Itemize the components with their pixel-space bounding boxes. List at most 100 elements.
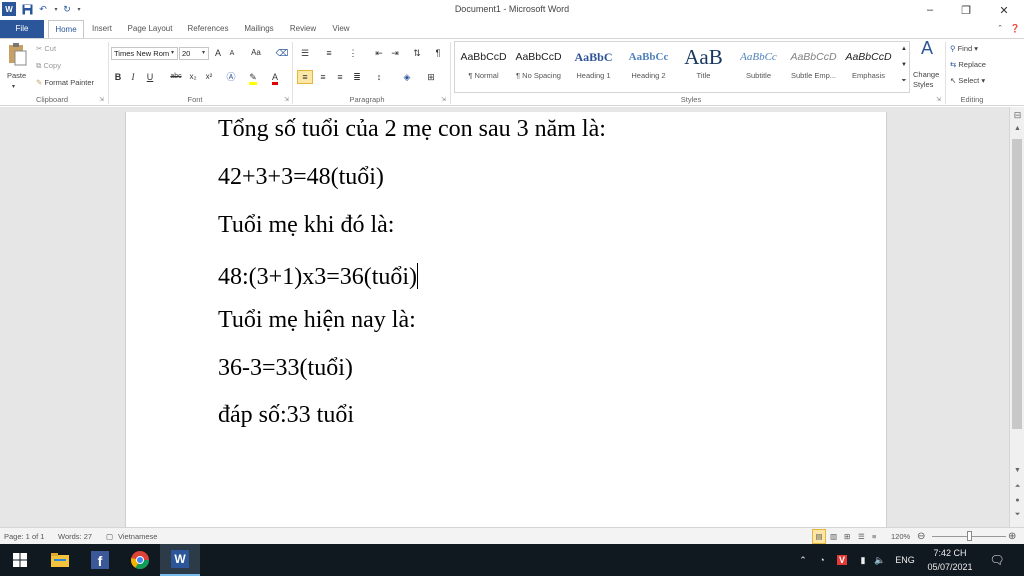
paragraph[interactable]: 42+3+3=48(tuổi) [218, 162, 384, 192]
paragraph[interactable]: đáp số:33 tuổi [218, 400, 354, 430]
clear-formatting-icon[interactable]: ⌫ [274, 47, 290, 59]
web-layout-icon[interactable]: ⊞ [844, 528, 850, 545]
align-right-icon[interactable]: ≡ [333, 71, 347, 83]
paragraph-launcher-icon[interactable]: ⇲ [441, 95, 446, 105]
document-page[interactable]: Tổng số tuổi của 2 mẹ con sau 3 năm là: … [125, 112, 887, 527]
word-taskbar-icon[interactable]: W [160, 544, 200, 576]
borders-icon[interactable]: ⊞ [424, 71, 438, 83]
font-launcher-icon[interactable]: ⇲ [284, 95, 289, 105]
multilevel-list-icon[interactable]: ⋮ [346, 47, 360, 59]
help-icon[interactable]: ❓ [1008, 20, 1022, 38]
strikethrough-button[interactable]: abc [168, 71, 184, 83]
bullets-icon[interactable]: ☰ [298, 47, 312, 59]
shrink-font-button[interactable]: A [226, 48, 238, 60]
line-spacing-icon[interactable]: ↕ [372, 71, 386, 83]
styles-more-icon[interactable]: ⏷ [899, 75, 909, 87]
format-painter-button[interactable]: ✎ Format Painter [36, 78, 94, 88]
styles-scroll-up-icon[interactable]: ▲ [899, 43, 909, 55]
minimize-ribbon-icon[interactable]: ⌃ [994, 20, 1006, 38]
page-count[interactable]: Page: 1 of 1 [4, 528, 44, 545]
windows-start-icon[interactable] [0, 544, 40, 576]
copy-button[interactable]: ⧉ Copy [36, 61, 61, 71]
highlight-icon[interactable]: ✎ [246, 71, 260, 85]
tray-overflow-icon[interactable]: ⌃ [796, 544, 810, 576]
change-styles-icon[interactable]: A [914, 39, 940, 57]
change-styles-label-1[interactable]: Change [913, 70, 939, 80]
previous-page-icon[interactable]: ⏶ [1010, 481, 1024, 493]
paragraph-with-caret[interactable]: 48:(3+1)x3=36(tuổi) [218, 258, 419, 292]
font-size-dropdown-icon[interactable]: ▾ [202, 48, 205, 58]
action-center-icon[interactable]: 🗨 [986, 544, 1008, 576]
paste-dropdown-icon[interactable]: ▾ [12, 82, 15, 92]
zoom-slider-thumb[interactable] [967, 531, 972, 541]
clock[interactable]: 7:42 CH 05/07/2021 [920, 544, 980, 576]
next-page-icon[interactable]: ⏷ [1010, 509, 1024, 521]
word-count[interactable]: Words: 27 [58, 528, 92, 545]
find-button[interactable]: ⚲ Find ▾ [950, 44, 978, 54]
sort-icon[interactable]: ⇅ [410, 47, 424, 59]
ruler-toggle-icon[interactable]: ⊟ [1010, 109, 1024, 121]
change-styles-label-2[interactable]: Styles [913, 80, 933, 90]
chrome-icon[interactable] [120, 544, 160, 576]
minimize-button[interactable]: – [912, 0, 948, 20]
close-button[interactable]: ✕ [986, 0, 1022, 20]
tab-view[interactable]: View [326, 20, 356, 38]
change-case-button[interactable]: Aa [248, 47, 264, 59]
paragraph[interactable]: 36-3=33(tuổi) [218, 353, 353, 383]
outline-view-icon[interactable]: ☰ [858, 528, 865, 545]
style-normal[interactable]: AaBbCcD ¶ Normal [456, 43, 511, 89]
bold-button[interactable]: B [112, 71, 124, 83]
draft-view-icon[interactable]: ≡ [872, 528, 876, 545]
cut-button[interactable]: ✂ Cut [36, 44, 56, 54]
grow-font-button[interactable]: A [212, 47, 224, 59]
battery-icon[interactable]: ▮ [856, 544, 870, 576]
restore-button[interactable]: ❐ [948, 0, 984, 20]
volume-icon[interactable]: 🔈 [872, 544, 888, 576]
justify-icon[interactable]: ≣ [350, 71, 364, 83]
align-center-icon[interactable]: ≡ [316, 71, 330, 83]
styles-launcher-icon[interactable]: ⇲ [936, 95, 941, 105]
numbering-icon[interactable]: ≡ [322, 47, 336, 59]
tab-file[interactable]: File [0, 20, 44, 38]
tab-home[interactable]: Home [48, 20, 84, 38]
styles-scroll-down-icon[interactable]: ▼ [899, 59, 909, 71]
input-language[interactable]: ENG [892, 544, 918, 576]
decrease-indent-icon[interactable]: ⇤ [372, 47, 386, 59]
tab-review[interactable]: Review [284, 20, 322, 38]
tab-mailings[interactable]: Mailings [238, 20, 280, 38]
vertical-scrollbar[interactable]: ⊟ ▲ ▼ ⏶ ● ⏷ [1009, 107, 1024, 527]
scroll-thumb[interactable] [1012, 139, 1022, 429]
full-screen-reading-icon[interactable]: ▥ [830, 528, 837, 545]
tab-insert[interactable]: Insert [86, 20, 118, 38]
print-layout-view-icon[interactable]: ▤ [812, 529, 826, 544]
paragraph[interactable]: Tổng số tuổi của 2 mẹ con sau 3 năm là: [218, 114, 606, 144]
scroll-up-icon[interactable]: ▲ [1010, 123, 1024, 135]
clipboard-launcher-icon[interactable]: ⇲ [99, 95, 104, 105]
paragraph[interactable]: Tuổi mẹ khi đó là: [218, 210, 394, 240]
show-formatting-button[interactable]: ¶ [432, 47, 444, 59]
style-subtitle[interactable]: AaBbCc Subtitle [731, 43, 786, 89]
paragraph[interactable]: Tuổi mẹ hiện nay là: [218, 305, 416, 335]
superscript-button[interactable]: x² [202, 71, 216, 83]
file-explorer-icon[interactable] [40, 544, 80, 576]
network-icon[interactable]: ◔ [814, 544, 830, 576]
select-button[interactable]: ↖ Select ▾ [950, 76, 985, 86]
language-indicator[interactable]: Vietnamese [118, 528, 157, 545]
style-subtle-emphasis[interactable]: AaBbCcD Subtle Emp... [786, 43, 841, 89]
align-left-icon[interactable]: ≡ [297, 70, 313, 84]
select-browse-object-icon[interactable]: ● [1010, 495, 1024, 507]
font-family-dropdown-icon[interactable]: ▾ [171, 48, 174, 58]
shading-icon[interactable]: ◈ [400, 71, 414, 83]
replace-button[interactable]: ⇆ Replace [950, 60, 986, 70]
zoom-out-icon[interactable]: ⊖ [917, 528, 925, 545]
style-no-spacing[interactable]: AaBbCcD ¶ No Spacing [511, 43, 566, 89]
subscript-button[interactable]: x₂ [186, 71, 200, 83]
zoom-level[interactable]: 120% [891, 528, 910, 545]
tab-references[interactable]: References [182, 20, 234, 38]
tab-page-layout[interactable]: Page Layout [122, 20, 178, 38]
font-color-button[interactable]: A [268, 71, 282, 85]
increase-indent-icon[interactable]: ⇥ [388, 47, 402, 59]
style-heading-2[interactable]: AaBbCc Heading 2 [621, 43, 676, 89]
facebook-icon[interactable]: f [80, 544, 120, 576]
font-family-select[interactable]: Times New Rom [111, 47, 178, 60]
